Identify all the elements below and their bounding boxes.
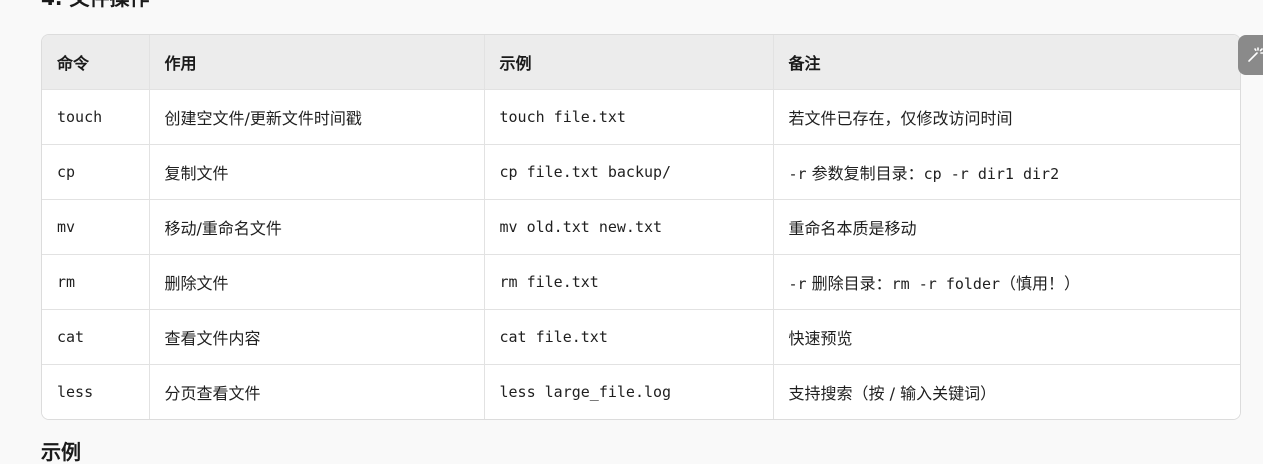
cell-purpose: 创建空文件/更新文件时间戳 (149, 89, 485, 145)
cell-purpose: 删除文件 (149, 254, 485, 310)
note-text: 快速预览 (788, 329, 853, 348)
cell-purpose: 分页查看文件 (149, 364, 485, 419)
note-code: cp -r dir1 dir2 (923, 165, 1060, 183)
commands-table: 命令 作用 示例 备注 touch 创建空文件/更新文件时间戳 touch fi… (41, 34, 1241, 420)
note-text: 删除目录： (806, 274, 892, 293)
cell-note: 支持搜索（按 / 输入关键词） (773, 364, 1240, 419)
cell-command: cp (42, 144, 150, 200)
cell-example: touch file.txt (484, 89, 774, 145)
table-row: mv 移动/重命名文件 mv old.txt new.txt 重命名本质是移动 (42, 199, 1240, 255)
magic-wand-button[interactable] (1238, 35, 1263, 75)
cell-example: rm file.txt (484, 254, 774, 310)
cell-example: cat file.txt (484, 309, 774, 365)
note-flag: -r (788, 275, 807, 293)
note-text: 若文件已存在，仅修改访问时间 (788, 109, 1013, 128)
cell-purpose: 查看文件内容 (149, 309, 485, 365)
table-row: cp 复制文件 cp file.txt backup/ -r 参数复制目录：cp… (42, 144, 1240, 200)
cell-note: 快速预览 (773, 309, 1240, 365)
note-text: 支持搜索（按 / 输入关键词） (788, 384, 997, 403)
cell-example: cp file.txt backup/ (484, 144, 774, 200)
cell-command: cat (42, 309, 150, 365)
cell-command: rm (42, 254, 150, 310)
cell-note: 若文件已存在，仅修改访问时间 (773, 89, 1240, 145)
table-row: cat 查看文件内容 cat file.txt 快速预览 (42, 309, 1240, 365)
cell-command: mv (42, 199, 150, 255)
cell-purpose: 移动/重命名文件 (149, 199, 485, 255)
table-row: less 分页查看文件 less large_file.log 支持搜索（按 /… (42, 364, 1240, 419)
header-purpose: 作用 (149, 35, 485, 90)
note-text: 重命名本质是移动 (788, 219, 917, 238)
note-flag: -r (788, 165, 807, 183)
note-code: rm -r folder (891, 275, 1001, 293)
note-suffix: （慎用！） (1000, 274, 1081, 293)
cell-note: -r 删除目录：rm -r folder（慎用！） (773, 254, 1240, 310)
table-header-row: 命令 作用 示例 备注 (42, 35, 1240, 90)
header-note: 备注 (773, 35, 1240, 90)
header-example: 示例 (484, 35, 774, 90)
table-row: rm 删除文件 rm file.txt -r 删除目录：rm -r folder… (42, 254, 1240, 310)
table-row: touch 创建空文件/更新文件时间戳 touch file.txt 若文件已存… (42, 89, 1240, 145)
cell-example: mv old.txt new.txt (484, 199, 774, 255)
cell-command: less (42, 364, 150, 419)
header-command: 命令 (42, 35, 150, 90)
cell-note: 重命名本质是移动 (773, 199, 1240, 255)
next-section-heading: 示例 (41, 440, 81, 464)
cell-note: -r 参数复制目录：cp -r dir1 dir2 (773, 144, 1240, 200)
magic-wand-icon (1246, 46, 1263, 64)
note-text: 参数复制目录： (806, 164, 924, 183)
cell-command: touch (42, 89, 150, 145)
cell-purpose: 复制文件 (149, 144, 485, 200)
section-heading: 4. 文件操作 (41, 0, 149, 10)
cell-example: less large_file.log (484, 364, 774, 419)
